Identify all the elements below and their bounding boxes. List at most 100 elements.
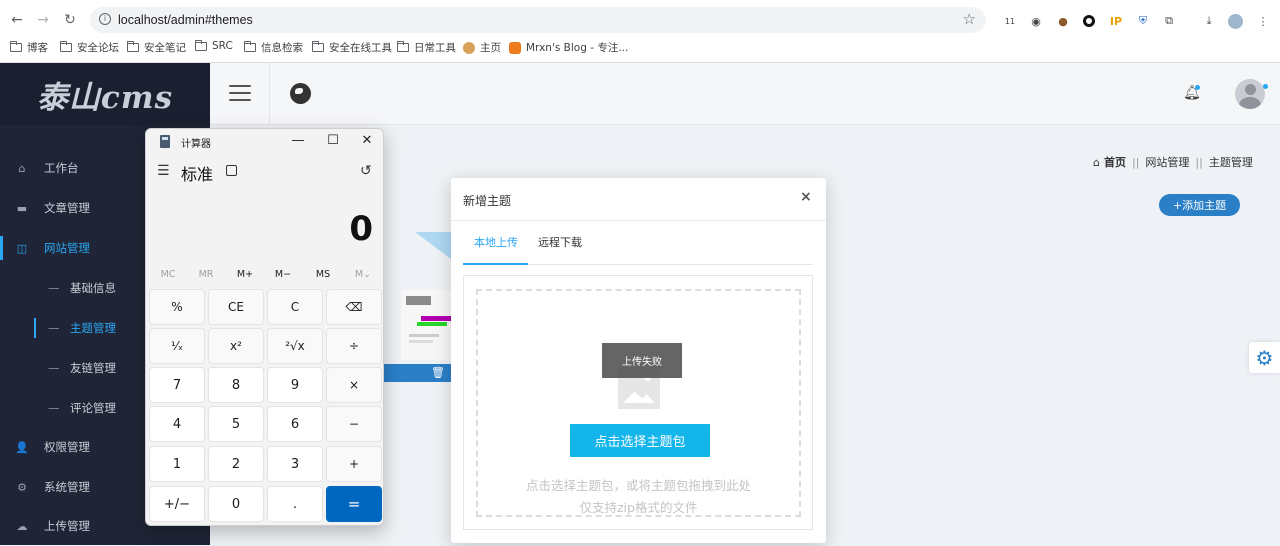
history-icon[interactable]: ↺ [360, 163, 372, 179]
gear-icon: ⚙ [17, 480, 27, 494]
choose-theme-package-button[interactable]: 点击选择主题包 [570, 424, 710, 457]
back-icon[interactable]: ← [6, 9, 28, 31]
digit-4-key[interactable]: 4 [149, 406, 205, 442]
close-icon[interactable]: × [800, 189, 812, 205]
folder-icon [126, 41, 139, 52]
address-bar[interactable]: i localhost/admin#themes ☆ [90, 7, 986, 33]
digit-8-key[interactable]: 8 [208, 367, 264, 403]
reciprocal-key[interactable]: ¹⁄ₓ [149, 328, 205, 364]
tab-local-upload[interactable]: 本地上传 [474, 234, 518, 250]
calculator-titlebar[interactable]: 计算器 — ☐ ✕ [146, 129, 383, 155]
bookmark-item[interactable]: Mrxn's Blog - 专注... [509, 40, 628, 55]
site-info-icon[interactable]: i [99, 13, 111, 25]
subtract-key[interactable]: − [326, 406, 382, 442]
browser-chrome: ← → ↻ i localhost/admin#themes ☆ 11 ◉ ● … [0, 0, 1280, 63]
calculator-app-icon [160, 135, 170, 148]
theme-card[interactable]: 🗑︎ [383, 232, 455, 382]
digit-3-key[interactable]: 3 [267, 446, 323, 482]
users-icon: 👤 [15, 440, 29, 454]
digit-5-key[interactable]: 5 [208, 406, 264, 442]
breadcrumb-home[interactable]: 首页 [1104, 154, 1126, 170]
upload-dropzone[interactable]: 上传失败 点击选择主题包 点击选择主题包，或将主题包拖拽到此处 仅支持zip格式… [476, 289, 801, 517]
bookmark-star-icon[interactable]: ☆ [963, 10, 976, 28]
upload-hint: 点击选择主题包，或将主题包拖拽到此处 [525, 478, 751, 493]
breadcrumb-level1[interactable]: 网站管理 [1145, 154, 1189, 170]
more-menu-icon[interactable]: ⋮ [1255, 13, 1271, 29]
new-theme-dialog: 新增主题 × 本地上传 远程下载 上传失败 点击选择主题包 点击选择主题包，或将… [451, 178, 826, 543]
digit-6-key[interactable]: 6 [267, 406, 323, 442]
bookmark-item[interactable]: 主页 [463, 40, 501, 55]
memory-add-button[interactable]: M+ [225, 269, 265, 280]
forward-icon[interactable]: → [32, 9, 54, 31]
divide-key[interactable]: ÷ [326, 328, 382, 364]
add-theme-button[interactable]: +添加主题 [1159, 194, 1240, 216]
logo[interactable]: 泰山cms [37, 72, 173, 117]
square-root-key[interactable]: ²√x [267, 328, 323, 364]
bookmark-item[interactable]: 安全论坛 [59, 40, 119, 55]
tab-remote-download[interactable]: 远程下载 [538, 234, 582, 250]
memory-recall-button[interactable]: MR [186, 269, 226, 280]
digit-2-key[interactable]: 2 [208, 446, 264, 482]
bookmark-item[interactable]: 博客 [9, 40, 48, 55]
bookmark-item[interactable]: SRC [194, 39, 233, 52]
profile-avatar-icon[interactable] [1227, 13, 1243, 29]
negate-key[interactable]: +/− [149, 486, 205, 522]
memory-subtract-button[interactable]: M− [263, 269, 303, 280]
upload-icon: ☁ [16, 519, 28, 533]
site-favicon-icon [509, 41, 521, 54]
clear-entry-key[interactable]: CE [208, 289, 264, 325]
close-icon[interactable]: ✕ [357, 133, 377, 148]
download-icon[interactable]: ⤓ [1201, 13, 1217, 29]
multiply-key[interactable]: × [326, 367, 382, 403]
settings-gear-icon[interactable]: ⚙ [1249, 342, 1280, 373]
url-text[interactable]: localhost/admin#themes [118, 13, 253, 27]
extension-badge-icon[interactable]: 11 [1002, 13, 1018, 29]
bookmark-item[interactable]: 信息检索 [243, 40, 303, 55]
folder-icon [59, 41, 72, 52]
memory-row: MC MR M+ M− MS M⌄ [146, 267, 383, 285]
ip-extension-icon[interactable]: IP [1108, 13, 1124, 29]
maximize-icon[interactable]: ☐ [323, 133, 343, 148]
theme-ribbon [415, 232, 455, 262]
bookmark-item[interactable]: 日常工具 [396, 40, 456, 55]
hamburger-menu-icon[interactable]: ☰ [157, 163, 170, 179]
reload-icon[interactable]: ↻ [59, 9, 81, 31]
error-toast: 上传失败 [602, 343, 682, 378]
browser-toolbar: ← → ↻ i localhost/admin#themes ☆ 11 ◉ ● … [0, 4, 1280, 36]
add-key[interactable]: + [326, 446, 382, 482]
cookie-icon[interactable]: ● [1055, 13, 1071, 29]
bookmark-item[interactable]: 安全在线工具 [311, 40, 392, 55]
equals-key[interactable]: = [326, 486, 382, 522]
home-icon[interactable]: ⌂ [1093, 156, 1100, 169]
circle-extension-icon[interactable] [1081, 13, 1097, 29]
calculator-display: 0 [349, 209, 373, 249]
bookmark-item[interactable]: 安全笔记 [126, 40, 186, 55]
article-icon: ▬ [16, 201, 28, 215]
trash-icon[interactable]: 🗑︎ [431, 366, 445, 379]
digit-0-key[interactable]: 0 [208, 486, 264, 522]
globe-icon[interactable] [290, 83, 311, 104]
digit-1-key[interactable]: 1 [149, 446, 205, 482]
extension-icon[interactable]: ◉ [1028, 13, 1044, 29]
decimal-key[interactable]: . [267, 486, 323, 522]
minimize-icon[interactable]: — [288, 133, 308, 148]
logo-area: 泰山cms [0, 63, 210, 125]
shield-extension-icon[interactable]: ⛨ [1135, 13, 1151, 29]
digit-9-key[interactable]: 9 [267, 367, 323, 403]
keep-on-top-icon[interactable] [226, 165, 237, 176]
clear-key[interactable]: C [267, 289, 323, 325]
digit-7-key[interactable]: 7 [149, 367, 205, 403]
menu-toggle-icon[interactable] [229, 85, 251, 101]
memory-clear-button[interactable]: MC [148, 269, 188, 280]
avatar[interactable] [1235, 79, 1265, 109]
notification-dot [1195, 85, 1200, 90]
upload-format-hint: 仅支持zip格式的文件 [579, 500, 698, 515]
memory-store-button[interactable]: MS [303, 269, 343, 280]
square-key[interactable]: x² [208, 328, 264, 364]
extensions-puzzle-icon[interactable]: ⧉ [1161, 13, 1177, 29]
home-icon: ⌂ [18, 161, 26, 175]
site-favicon-icon [463, 41, 475, 54]
memory-list-button[interactable]: M⌄ [343, 269, 383, 280]
backspace-key[interactable]: ⌫ [326, 289, 382, 325]
percent-key[interactable]: % [149, 289, 205, 325]
